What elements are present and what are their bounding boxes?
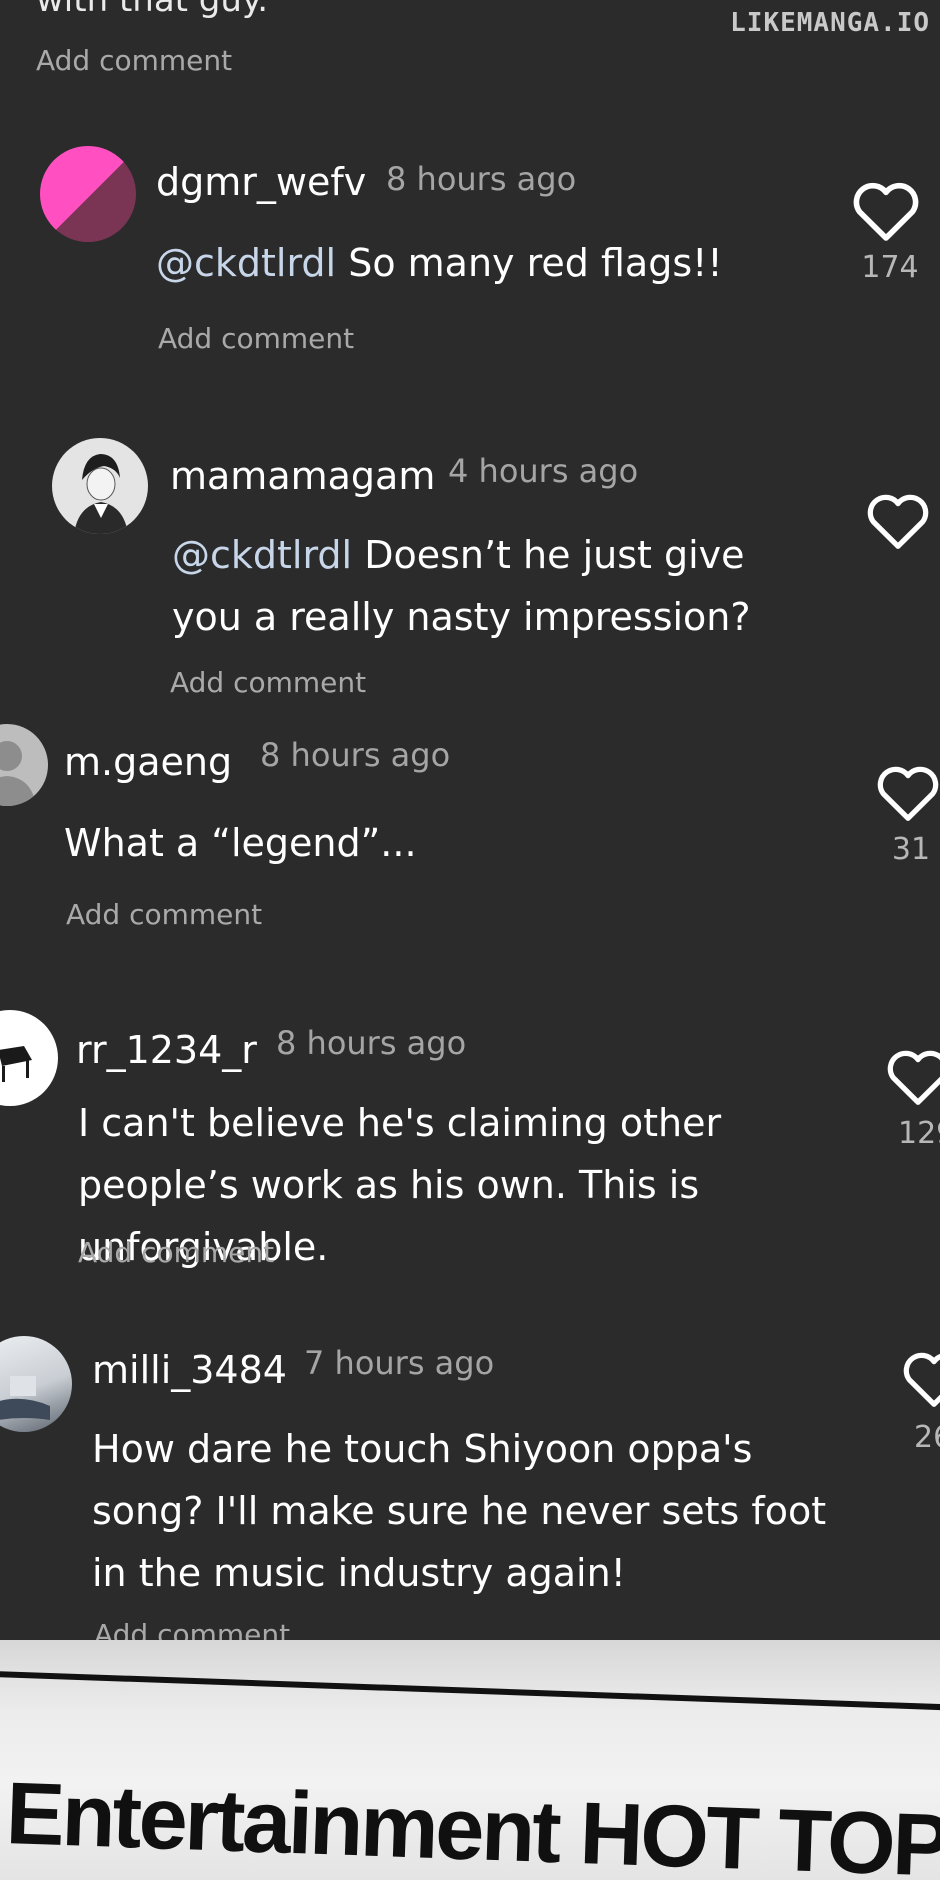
comment-username[interactable]: milli_3484 [92, 1348, 287, 1392]
heart-icon[interactable] [876, 764, 940, 822]
comment-body: So many red flags!! [336, 241, 723, 285]
like-count: 174 [861, 250, 919, 285]
comment-username[interactable]: m.gaeng [64, 740, 232, 784]
comment-timestamp: 4 hours ago [448, 452, 639, 490]
comment-text: @ckdtlrdl So many red flags!! [156, 232, 723, 294]
like-count: 26 [914, 1420, 940, 1455]
like-count: 31 [891, 832, 931, 867]
comment-username[interactable]: mamamagam [170, 454, 435, 498]
comment-timestamp: 8 hours ago [260, 736, 451, 774]
comment-username[interactable]: rr_1234_r [76, 1028, 257, 1072]
heart-icon[interactable] [852, 180, 920, 242]
comment-text: @ckdtlrdl Doesn’t he just give you a rea… [172, 524, 822, 648]
avatar[interactable] [40, 146, 136, 242]
comment-panel: LIKEMANGA.IO with that guy. Add comment … [0, 0, 940, 1665]
heart-icon[interactable] [866, 492, 930, 550]
avatar-illustration [0, 1376, 50, 1420]
avatar-illustration [74, 454, 128, 534]
comment-text: How dare he touch Shiyoon oppa's song? I… [92, 1427, 827, 1595]
default-user-icon [0, 741, 36, 806]
topic-banner: Entertainment HOT TOPIC [0, 1640, 940, 1880]
piano-icon [0, 1046, 32, 1082]
avatar[interactable] [0, 1010, 58, 1106]
previous-comment-text: with that guy. [36, 0, 269, 20]
like-count: 129 [898, 1116, 940, 1151]
comment-username[interactable]: dgmr_wefv [156, 160, 366, 204]
comment-timestamp: 7 hours ago [304, 1344, 495, 1382]
comment-timestamp: 8 hours ago [386, 160, 577, 198]
heart-icon[interactable] [886, 1048, 940, 1106]
add-comment-link[interactable]: Add comment [158, 322, 354, 355]
add-comment-link[interactable]: Add comment [36, 44, 232, 77]
add-comment-link[interactable]: Add comment [170, 666, 366, 699]
heart-icon[interactable] [902, 1350, 940, 1408]
comment-text: What a “legend”... [64, 821, 417, 865]
avatar[interactable] [0, 1336, 72, 1432]
add-comment-link[interactable]: Add comment [66, 898, 262, 931]
mention-link[interactable]: @ckdtlrdl [156, 241, 336, 285]
banner-divider [0, 1670, 940, 1712]
banner-title: Entertainment HOT TOPIC [4, 1762, 940, 1880]
watermark: LIKEMANGA.IO [730, 8, 930, 38]
add-comment-link[interactable]: Add comment [78, 1236, 274, 1269]
comment-timestamp: 8 hours ago [276, 1024, 467, 1062]
avatar[interactable] [52, 438, 148, 534]
avatar[interactable] [0, 724, 48, 806]
mention-link[interactable]: @ckdtlrdl [172, 533, 352, 577]
